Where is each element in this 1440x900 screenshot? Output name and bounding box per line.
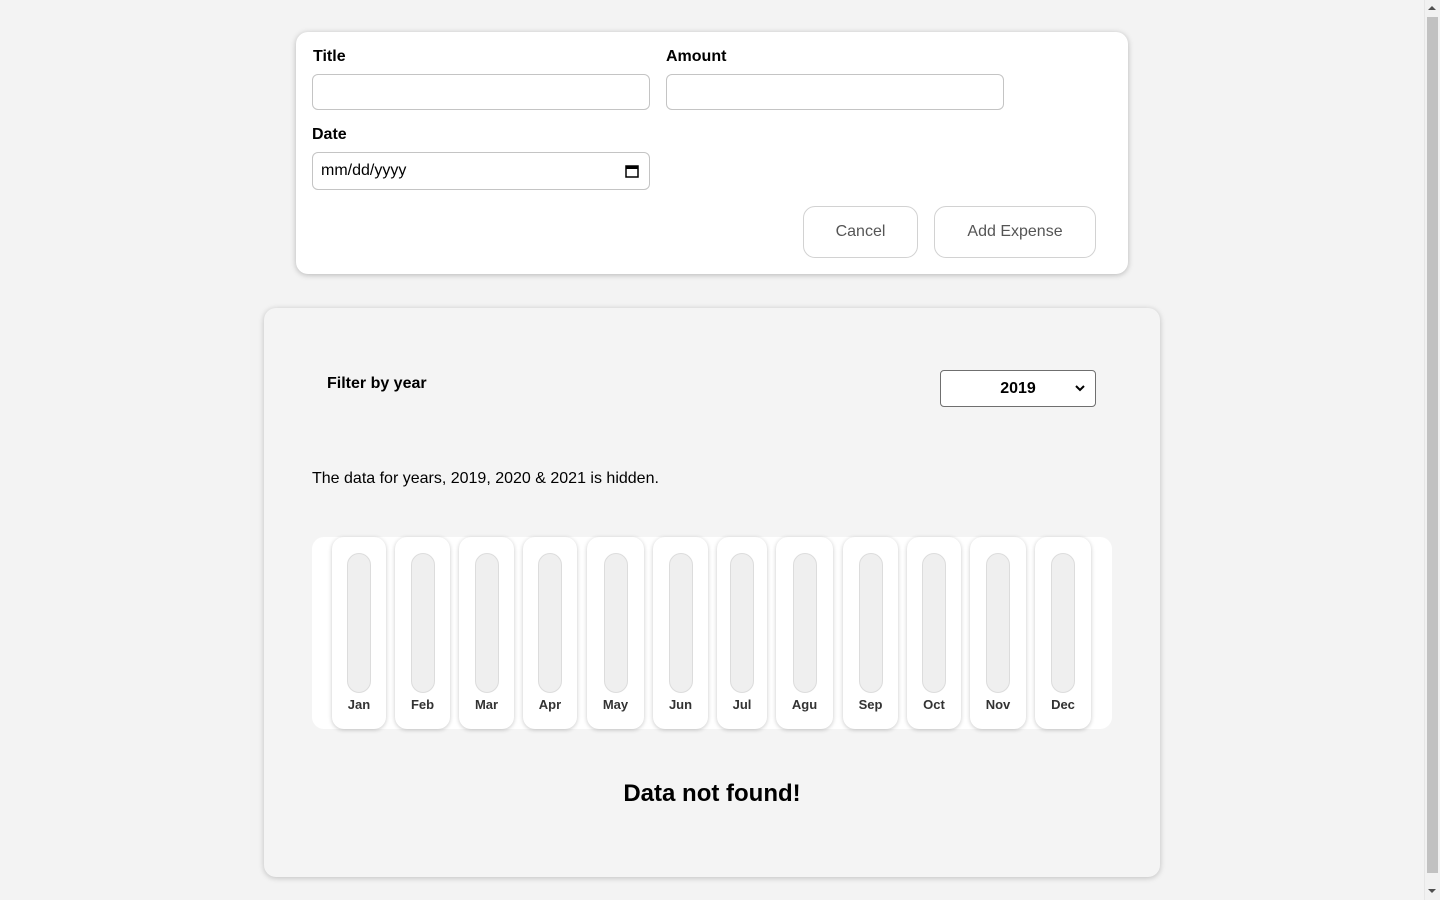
monthly-chart: Jan Feb Mar Apr May Jun Jul Agu Sep Oct Nov Dec [312,537,1112,729]
chart-bar-track [986,553,1010,693]
chart-bar-track [474,553,499,693]
chart-bar-track [538,553,562,693]
chart-bar-agu: Agu [776,537,833,729]
chart-bar-label: May [602,697,629,712]
chart-bar-oct: Oct [907,537,961,729]
date-input[interactable]: mm/dd/yyyy [312,152,650,190]
page: Title Amount Date mm/dd/yyyy Cancel Add … [0,0,1440,900]
scroll-down-arrow-icon[interactable] [1428,889,1436,893]
chart-bar-label: Nov [985,697,1011,712]
expenses-panel: Filter by year 2019 The data for years, … [264,308,1160,877]
chart-bar-label: Jan [347,697,371,712]
chart-bar-label: Sep [858,697,883,712]
scrollbar-thumb[interactable] [1427,17,1438,873]
chart-bar-label: Agu [791,697,818,712]
chart-bar-track [922,553,946,693]
calendar-icon[interactable] [625,164,639,178]
year-select-value: 2019 [1000,379,1036,397]
title-input[interactable] [312,74,650,110]
chart-bar-label: Oct [923,697,945,712]
amount-label: Amount [666,48,727,65]
chart-bar-label: Dec [1051,697,1075,712]
scroll-up-arrow-icon[interactable] [1428,6,1436,10]
chart-bar-feb: Feb [395,537,450,729]
chart-bar-track [792,553,817,693]
chart-bar-label: Mar [474,697,499,712]
chart-bar-label: Jul [732,697,752,712]
chart-bar-mar: Mar [459,537,514,729]
chart-bar-label: Jun [668,697,693,712]
chart-bar-track [668,553,693,693]
chart-bar-track [858,553,883,693]
hidden-years-notice: The data for years, 2019, 2020 & 2021 is… [312,470,659,487]
chart-bar-jan: Jan [332,537,386,729]
chart-bar-track [1051,553,1075,693]
chart-bar-track [410,553,435,693]
chart-bar-label: Feb [410,697,435,712]
chart-bar-track [347,553,371,693]
chart-bar-dec: Dec [1035,537,1091,729]
title-label: Title [313,48,346,65]
chart-bar-nov: Nov [970,537,1026,729]
new-expense-form: Title Amount Date mm/dd/yyyy Cancel Add … [296,32,1128,274]
chart-bar-may: May [587,537,644,729]
chart-bar-jun: Jun [653,537,708,729]
year-select[interactable]: 2019 [940,370,1096,407]
chevron-down-icon [1075,385,1085,392]
cancel-button[interactable]: Cancel [803,206,918,258]
date-value: mm/dd/yyyy [321,162,407,179]
scrollbar[interactable] [1424,0,1440,900]
chart-bar-track [730,553,754,693]
date-label: Date [312,126,347,143]
amount-input[interactable] [666,74,1004,110]
filter-label: Filter by year [327,375,427,392]
chart-bar-sep: Sep [843,537,898,729]
chart-bar-jul: Jul [717,537,767,729]
add-expense-button[interactable]: Add Expense [934,206,1096,258]
chart-bar-apr: Apr [523,537,577,729]
chart-bar-label: Apr [538,697,562,712]
empty-state-message: Data not found! [623,780,801,807]
chart-bar-track [603,553,628,693]
